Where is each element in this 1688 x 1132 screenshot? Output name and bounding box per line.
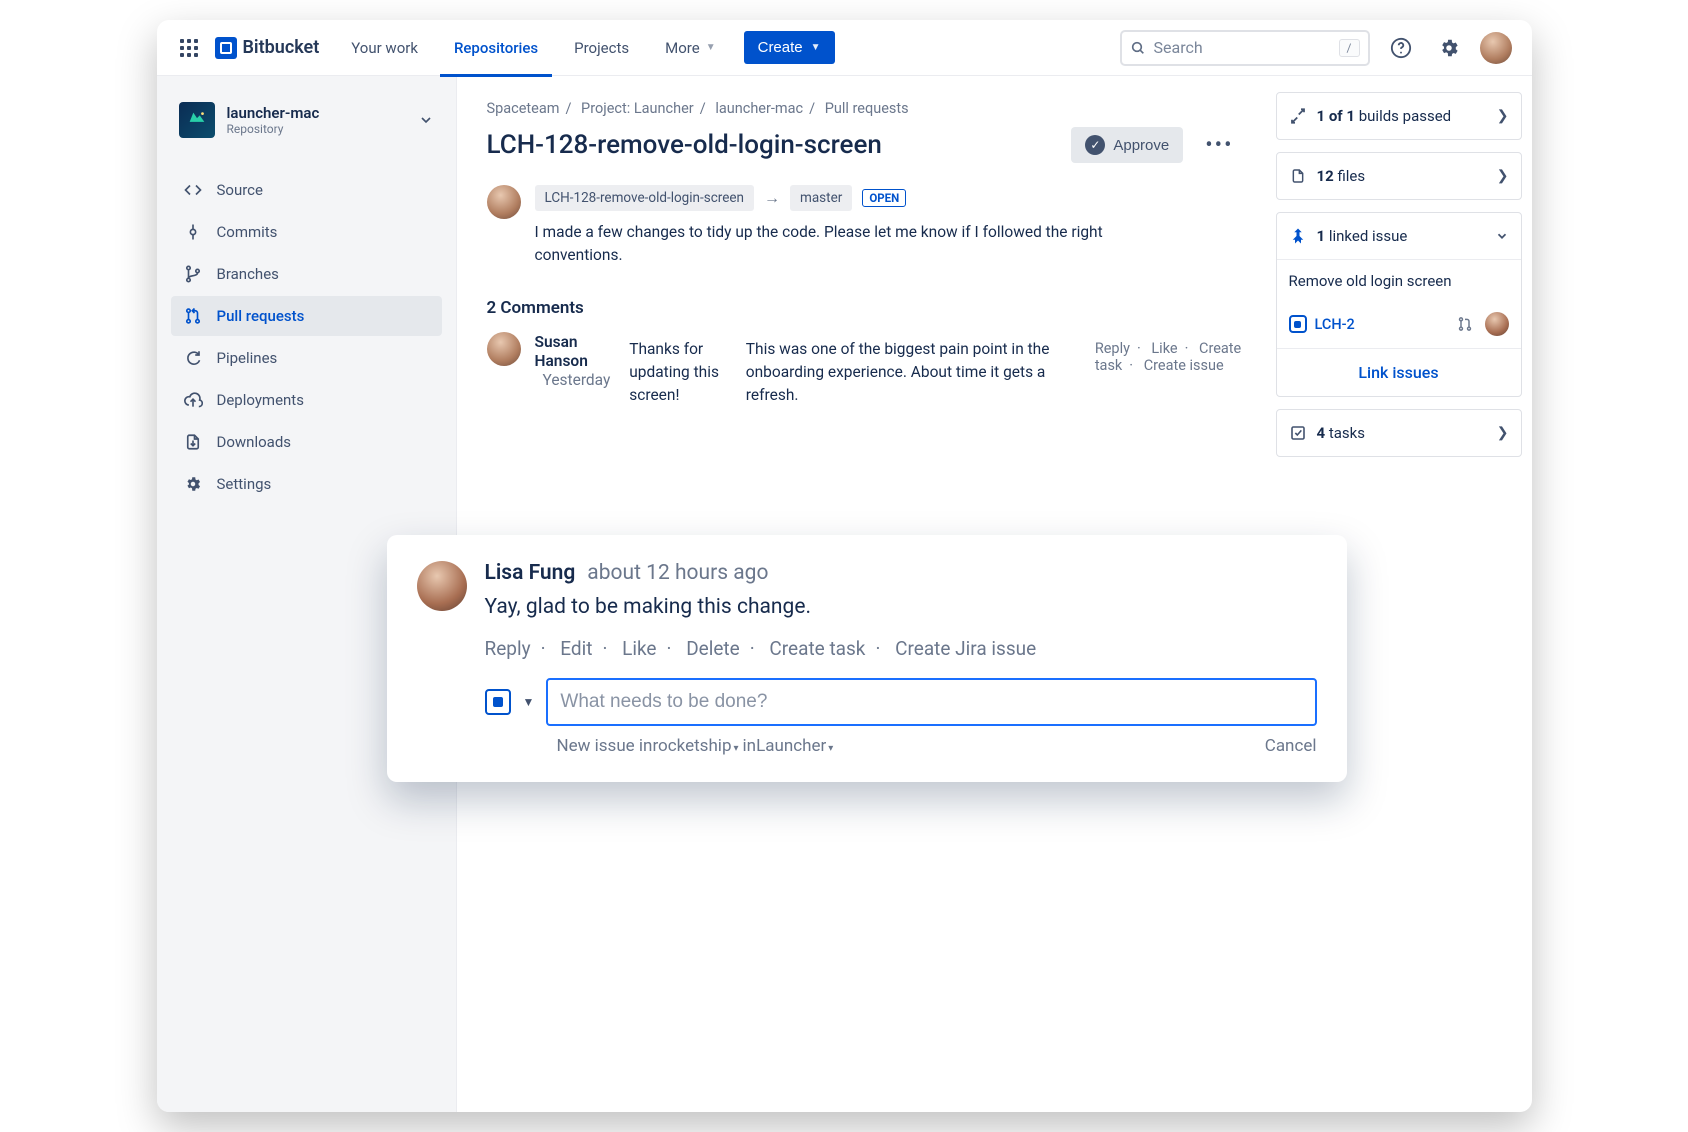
- target-project-dropdown[interactable]: rocketship▾: [652, 736, 742, 756]
- task-icon: [1289, 425, 1307, 441]
- help-icon[interactable]: [1384, 31, 1418, 65]
- page-title: LCH-128-remove-old-login-screen: [487, 130, 1058, 160]
- repo-avatar-icon: [179, 102, 215, 138]
- issue-summary-input[interactable]: [546, 678, 1316, 726]
- code-icon: [183, 181, 203, 199]
- nav-repositories[interactable]: Repositories: [440, 20, 552, 76]
- pr-description: I made a few changes to tidy up the code…: [535, 221, 1155, 268]
- builds-icon: [1289, 107, 1307, 125]
- target-space-dropdown[interactable]: Launcher▾: [756, 736, 837, 756]
- comment-text: Yay, glad to be making this change.: [485, 595, 1317, 619]
- branch-icon: [183, 265, 203, 283]
- comment-reply[interactable]: Reply: [1095, 340, 1130, 357]
- arrow-right-icon: →: [764, 188, 780, 208]
- more-actions-icon[interactable]: •••: [1197, 129, 1241, 162]
- comment-like[interactable]: Like: [1151, 340, 1177, 357]
- chevron-down-icon: ▼: [811, 42, 821, 53]
- search-placeholder: Search: [1154, 38, 1203, 57]
- nav-projects[interactable]: Projects: [560, 20, 643, 76]
- chevron-right-icon: ❯: [1497, 108, 1509, 124]
- chevron-right-icon: ❯: [1497, 168, 1509, 184]
- author-avatar[interactable]: [487, 185, 521, 219]
- cloud-upload-icon: [183, 390, 203, 410]
- files-row[interactable]: 12 files ❯: [1277, 153, 1521, 199]
- pipelines-icon: [183, 349, 203, 367]
- chevron-down-icon: [418, 112, 434, 128]
- settings-icon[interactable]: [1432, 31, 1466, 65]
- file-icon: [1289, 168, 1307, 184]
- linked-issue-row[interactable]: 1 linked issue: [1277, 213, 1521, 259]
- repo-switcher[interactable]: launcher-mac Repository: [171, 96, 442, 144]
- pull-request-icon: [183, 307, 203, 325]
- sidebar-item-deployments[interactable]: Deployments: [171, 380, 442, 420]
- commenter-avatar[interactable]: [417, 561, 467, 611]
- sidebar-item-source[interactable]: Source: [171, 170, 442, 210]
- check-circle-icon: ✓: [1085, 135, 1105, 155]
- brand-label: Bitbucket: [243, 37, 320, 58]
- crumb[interactable]: Project: Launcher: [581, 100, 694, 117]
- linked-issue-title: Remove old login screen: [1277, 259, 1521, 302]
- comment-time: Yesterday: [543, 371, 611, 389]
- assignee-avatar: [1485, 312, 1509, 336]
- bitbucket-logo-icon: [215, 37, 237, 59]
- status-badge: OPEN: [862, 189, 906, 207]
- sidebar-item-commits[interactable]: Commits: [171, 212, 442, 252]
- nav-your-work[interactable]: Your work: [337, 20, 432, 76]
- repo-subtitle: Repository: [227, 122, 320, 136]
- crumb[interactable]: launcher-mac: [715, 100, 803, 117]
- comment-author: Susan Hanson: [535, 333, 588, 370]
- jira-issue-icon: [1289, 315, 1307, 333]
- sidebar-item-pipelines[interactable]: Pipelines: [171, 338, 442, 378]
- delete-action[interactable]: Delete: [686, 637, 740, 660]
- create-jira-issue-action[interactable]: Create Jira issue: [895, 637, 1036, 660]
- crumb[interactable]: Spaceteam: [487, 100, 560, 117]
- chevron-right-icon: ❯: [1497, 425, 1509, 441]
- download-icon: [183, 433, 203, 451]
- search-icon: [1130, 40, 1146, 56]
- comment-create-issue[interactable]: Create issue: [1144, 357, 1224, 374]
- nav-more[interactable]: More ▼: [651, 20, 729, 76]
- target-branch[interactable]: master: [790, 185, 852, 211]
- issue-type-icon[interactable]: [485, 689, 511, 715]
- jira-icon: [1289, 227, 1307, 245]
- link-issues-button[interactable]: Link issues: [1277, 348, 1521, 396]
- linked-issue-item[interactable]: LCH-2: [1277, 312, 1521, 348]
- chevron-down-icon: [1495, 229, 1509, 243]
- search-shortcut: /: [1339, 39, 1360, 57]
- create-task-action[interactable]: Create task: [769, 637, 865, 660]
- profile-avatar[interactable]: [1480, 32, 1512, 64]
- issue-type-dropdown[interactable]: ▼: [523, 695, 535, 709]
- commit-icon: [183, 223, 203, 241]
- issue-key: LCH-2: [1315, 316, 1355, 333]
- source-branch[interactable]: LCH-128-remove-old-login-screen: [535, 185, 755, 211]
- sidebar-item-downloads[interactable]: Downloads: [171, 422, 442, 462]
- gear-icon: [183, 475, 203, 493]
- comment-editor-popover: Lisa Fung about 12 hours ago Yay, glad t…: [387, 535, 1347, 782]
- top-nav: Bitbucket Your work Repositories Project…: [157, 20, 1532, 76]
- comment-author: Lisa Fung: [485, 561, 576, 585]
- crumb[interactable]: Pull requests: [825, 100, 909, 117]
- reply-action[interactable]: Reply: [485, 637, 531, 660]
- brand[interactable]: Bitbucket: [215, 37, 320, 59]
- comments-heading: 2 Comments: [487, 298, 1242, 318]
- like-action[interactable]: Like: [622, 637, 656, 660]
- breadcrumb: Spaceteam/ Project: Launcher/ launcher-m…: [487, 100, 1242, 117]
- tasks-row[interactable]: 4 tasks ❯: [1277, 410, 1521, 456]
- pull-request-icon: [1457, 316, 1473, 332]
- cancel-button[interactable]: Cancel: [1265, 736, 1317, 756]
- sidebar-item-settings[interactable]: Settings: [171, 464, 442, 504]
- chevron-down-icon: ▼: [706, 42, 716, 53]
- sidebar-item-pull-requests[interactable]: Pull requests: [171, 296, 442, 336]
- commenter-avatar[interactable]: [487, 332, 521, 366]
- create-button[interactable]: Create ▼: [744, 31, 835, 64]
- app-switcher-icon[interactable]: [177, 36, 201, 60]
- repo-name: launcher-mac: [227, 104, 320, 122]
- edit-action[interactable]: Edit: [560, 637, 592, 660]
- builds-row[interactable]: 1 of 1 builds passed ❯: [1277, 93, 1521, 139]
- approve-button[interactable]: ✓ Approve: [1071, 127, 1183, 163]
- comment-time: about 12 hours ago: [587, 561, 768, 585]
- search-input[interactable]: Search /: [1120, 30, 1370, 66]
- sidebar-item-branches[interactable]: Branches: [171, 254, 442, 294]
